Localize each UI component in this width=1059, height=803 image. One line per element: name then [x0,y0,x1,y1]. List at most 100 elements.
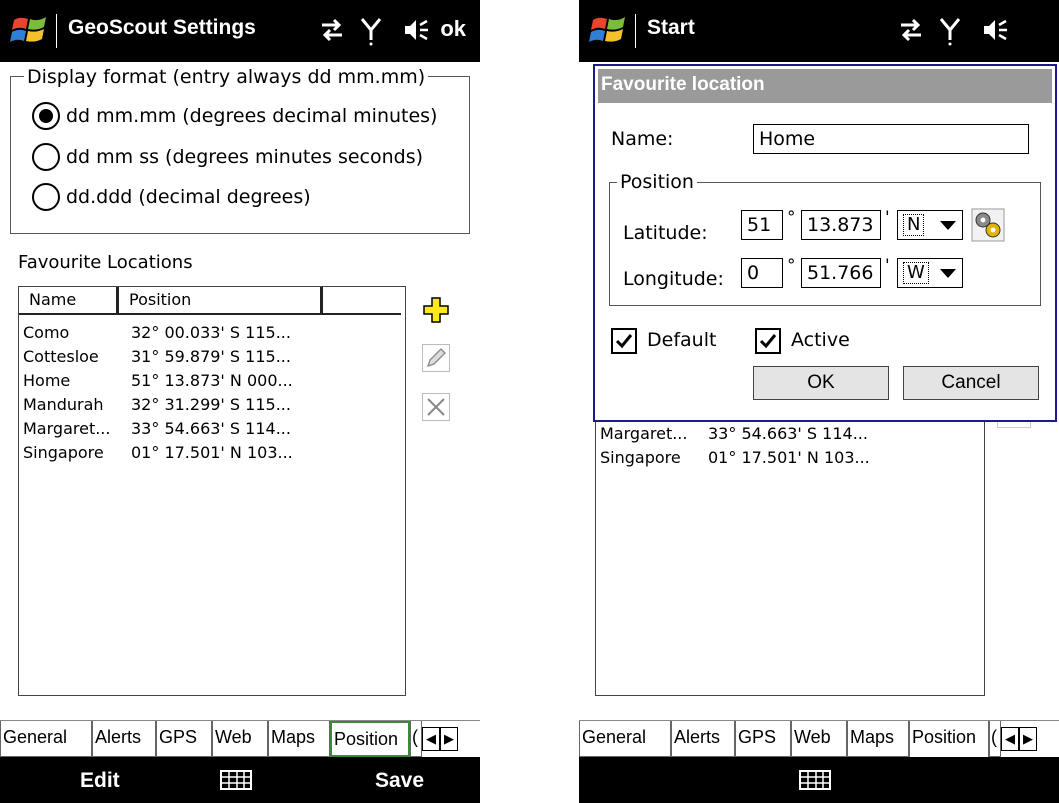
radio-button[interactable] [32,183,60,211]
edit-softkey[interactable]: Edit [80,769,120,793]
list-item[interactable]: Mandurah 32° 31.299' S 115... [23,395,291,414]
minute-symbol: ' [885,208,890,228]
item-name: Singapore [600,448,681,467]
list-item[interactable]: Margaret... 33° 54.663' S 114... [600,424,868,443]
tab-alerts[interactable]: Alerts [92,721,156,757]
signal-icon[interactable] [939,16,961,46]
active-label: Active [791,329,850,351]
add-location-button[interactable] [422,296,450,324]
radio-option-dd-mm-mm[interactable]: dd mm.mm (degrees decimal minutes) [32,102,437,130]
tab-gps[interactable]: GPS [735,721,791,757]
name-label: Name: [611,128,674,150]
connectivity-icon[interactable] [318,16,346,44]
ok-button[interactable]: ok [440,16,466,42]
column-header-position[interactable]: Position [119,287,323,315]
item-position: 33° 54.663' S 114... [708,424,868,443]
item-name: Margaret... [600,424,688,443]
settings-tab-bar: General Alerts GPS Web Maps Position ( ◀… [0,720,480,757]
volume-icon[interactable] [402,16,430,44]
item-position: 01° 17.501' N 103... [708,448,870,467]
title-bar: GeoScout Settings ok [0,0,480,62]
tab-web[interactable]: Web [212,721,268,757]
soft-key-bar: Edit Save [0,757,480,803]
radio-label: dd.ddd (decimal degrees) [66,186,311,208]
item-name: Home [23,371,71,390]
cancel-button[interactable]: Cancel [903,366,1039,400]
pencil-icon [426,348,446,368]
degree-symbol: ° [787,208,796,228]
radio-button[interactable] [32,102,60,130]
ok-button[interactable]: OK [753,366,889,400]
latitude-hemisphere-select[interactable]: N [897,210,963,240]
tab-general[interactable]: General [0,721,92,757]
item-name: Como [23,323,70,342]
latitude-degrees-field[interactable]: 51 [741,210,783,240]
latitude-label: Latitude: [623,222,708,244]
radio-option-dd-ddd[interactable]: dd.ddd (decimal degrees) [32,183,311,211]
edit-location-button[interactable] [422,344,450,372]
tab-position[interactable]: Position [330,721,410,757]
radio-button[interactable] [32,143,60,171]
settings-screen: GeoScout Settings ok Display format (ent… [0,0,480,803]
default-checkbox[interactable] [611,328,637,354]
volume-icon[interactable] [981,16,1009,44]
title-separator [635,14,636,48]
keyboard-icon[interactable] [220,770,252,790]
save-softkey[interactable]: Save [375,769,424,793]
delete-x-icon [427,398,445,416]
connectivity-icon[interactable] [897,16,925,44]
tab-overflow[interactable]: ( [410,721,422,757]
chevron-down-icon [940,221,956,230]
chevron-left-icon[interactable]: ◀ [1001,727,1019,751]
item-position: 31° 59.879' S 115... [131,347,291,366]
name-field[interactable]: Home [753,124,1029,154]
tab-general[interactable]: General [579,721,671,757]
favourites-list[interactable]: Margaret... 33° 54.663' S 114... Singapor… [595,400,985,696]
active-checkbox[interactable] [755,328,781,354]
tab-scroll-arrows: ◀ ▶ [422,721,458,757]
item-position: 32° 00.033' S 115... [131,323,291,342]
longitude-hemisphere-select[interactable]: W [897,258,963,288]
select-value: W [903,262,929,284]
soft-key-bar [579,757,1059,803]
minute-symbol: ' [885,256,890,276]
list-header: Name Position [19,287,401,315]
tab-maps[interactable]: Maps [847,721,909,757]
tab-web[interactable]: Web [791,721,847,757]
delete-location-button[interactable] [422,393,450,421]
keyboard-icon[interactable] [799,770,831,790]
title-separator [56,14,57,48]
list-item[interactable]: Singapore 01° 17.501' N 103... [600,448,870,467]
favourite-location-dialog: Favourite location Name: Home Position L… [593,64,1057,422]
item-name: Cottesloe [23,347,99,366]
list-item[interactable]: Singapore 01° 17.501' N 103... [23,443,293,462]
latitude-minutes-field[interactable]: 13.873 [801,210,881,240]
longitude-degrees-field[interactable]: 0 [741,258,783,288]
checkmark-icon [615,334,633,349]
signal-icon[interactable] [360,16,382,46]
favourites-list[interactable]: Name Position Como 32° 00.033' S 115... C… [18,286,406,696]
gps-gears-icon[interactable] [971,208,1005,242]
windows-start-icon[interactable] [10,12,50,48]
chevron-down-icon [940,269,956,278]
radio-option-dd-mm-ss[interactable]: dd mm ss (degrees minutes seconds) [32,143,423,171]
longitude-minutes-field[interactable]: 51.766 [801,258,881,288]
windows-start-icon[interactable] [589,12,629,48]
column-header-name[interactable]: Name [19,287,119,315]
list-item[interactable]: Margaret... 33° 54.663' S 114... [23,419,291,438]
list-item[interactable]: Home 51° 13.873' N 000... [23,371,293,390]
checkmark-icon [759,334,777,349]
item-name: Singapore [23,443,104,462]
list-item[interactable]: Como 32° 00.033' S 115... [23,323,291,342]
position-legend: Position [617,171,697,193]
tab-maps[interactable]: Maps [268,721,330,757]
list-item[interactable]: Cottesloe 31° 59.879' S 115... [23,347,291,366]
chevron-right-icon[interactable]: ▶ [1019,727,1037,751]
chevron-right-icon[interactable]: ▶ [440,727,458,751]
radio-label: dd mm.mm (degrees decimal minutes) [66,105,438,127]
tab-gps[interactable]: GPS [156,721,212,757]
chevron-left-icon[interactable]: ◀ [422,727,440,751]
tab-alerts[interactable]: Alerts [671,721,735,757]
tab-overflow[interactable]: ( [989,721,1001,757]
tab-position[interactable]: Position [909,721,989,757]
